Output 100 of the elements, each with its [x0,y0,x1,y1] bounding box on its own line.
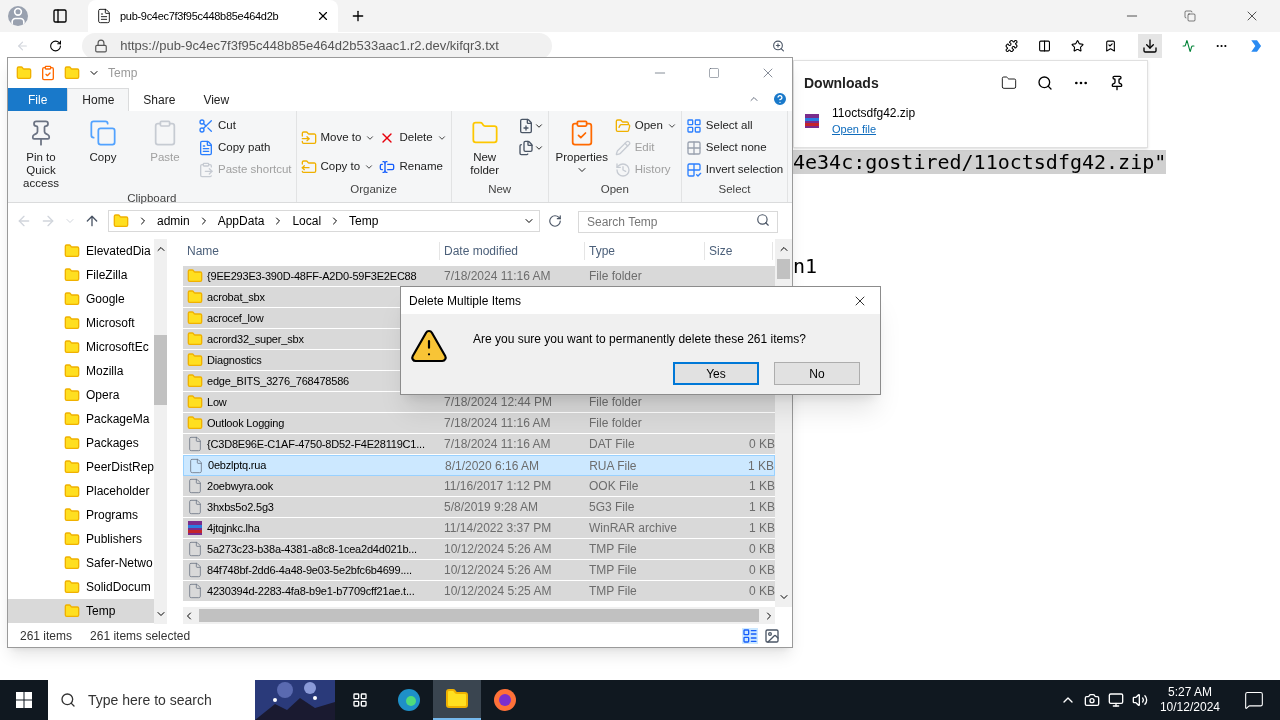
date-cell-text: 7/18/2024 11:16 AM [443,415,552,432]
ribbon-button[interactable]: New folder [455,115,514,177]
download-name: 11octsdfg42.zip [832,105,916,121]
name-cell: 5a273c23-b38a-4381-a8c8-1cea2d4d021b... [183,540,440,558]
file-row[interactable]: 4jtqjnkc.lha 11/14/2022 3:37 PM WinRAR archive 1 KB [183,518,775,539]
ribbon-button[interactable]: Pin to Quick access [12,115,70,190]
date-cell-text: 11/14/2022 3:37 PM [443,520,553,537]
nav-item[interactable]: Safer-Netwo [8,551,155,575]
file-row[interactable]: {9EE293E3-390D-48FF-A2D0-59F3E2EC88 7/18/2024 11:16 AM File folder [183,266,775,287]
nav-item[interactable]: SolidDocum [8,575,155,599]
ribbon-button[interactable]: Rename [379,152,447,181]
date-cell-text: 8/1/2020 6:16 AM [444,457,541,475]
date-cell-text: 7/18/2024 11:16 AM [443,268,552,285]
group-label: Open [599,182,630,197]
nav-item[interactable]: Programs [8,503,155,527]
ribbon-button[interactable]: Copy to [300,152,376,181]
size-cell-text: 0 KB [748,436,775,453]
tab-title: pub-9c4ec7f3f95c448b85e464d2b [120,8,280,24]
date-cell-text: 10/12/2024 5:26 AM [443,541,553,558]
file-row[interactable]: 2oebwyra.ook 11/16/2017 1:12 PM OOK File 1 KB [183,476,775,497]
browser-tab[interactable]: pub-9c4ec7f3f95c448b85e464d2b [88,0,338,32]
file-row[interactable]: 84f748bf-2dd6-4a48-9e03-5e2bfc6b4699.... 10/12/2024 5:26 AM TMP File 0 KB [183,560,775,581]
size-cell-text: 1 KB [748,478,775,495]
column-header[interactable]: Type [585,242,705,260]
nav-item[interactable]: FileZilla [8,263,155,287]
size-cell-text: 1 KB [748,520,775,537]
nav-item[interactable]: MicrosoftEc [8,335,155,359]
clock[interactable]: 5:27 AM 10/12/2024 [1159,685,1220,715]
type-cell-text: File folder [588,415,643,432]
dialog-button[interactable]: No [774,362,860,385]
name-cell: 0ebzlptq.rua [184,457,441,474]
size-cell-text: 0 KB [748,562,775,579]
ribbon-button[interactable]: Move to [300,123,376,152]
nav-item[interactable]: PackageMa [8,407,155,431]
group-label: Organize [349,182,398,197]
nav-item[interactable]: Mozilla [8,359,155,383]
file-row[interactable]: 0ebzlptq.rua 8/1/2020 6:16 AM RUA File 1 KB [183,455,775,476]
panel-title: Downloads [804,73,880,93]
type-cell-text: File folder [588,268,643,285]
name-cell: 3hxbs5o2.5g3 [183,498,440,516]
ribbon-tab[interactable]: Share [129,88,190,111]
page-text: 4e34c:gostired/11octsdfg42.zip" [793,150,1167,174]
group-label: New [487,181,513,197]
nav-item[interactable]: Placeholder [8,479,155,503]
file-row[interactable]: 4230394d-2283-4fa8-b9e1-b7709cff21ae.t... 10/12/2024 5:25 AM TMP File 0 KB [183,581,775,602]
name-cell: {C3D8E96E-C1AF-4750-8D52-F4E28119C1... [183,435,440,453]
ribbon-button[interactable]: Copy [74,115,132,164]
name-cell: 4jtqjnkc.lha [183,519,440,537]
date-cell-text: 7/18/2024 11:16 AM [443,436,552,453]
date-cell-text: 10/12/2024 5:26 AM [443,562,553,579]
ribbon-button[interactable]: Open [614,115,677,137]
name-cell: 2oebwyra.ook [183,477,440,495]
file-row[interactable]: 3hxbs5o2.5g3 5/8/2019 9:28 AM 5G3 File 1 KB [183,497,775,518]
status-text: 261 items selected [90,627,191,645]
nav-item[interactable]: Publishers [8,527,155,551]
time-text: 5:27 AM [1167,685,1212,700]
ribbon-button[interactable]: Copy path [198,137,292,159]
column-header[interactable]: Name [183,242,440,260]
type-cell-text: TMP File [588,583,638,600]
file-row[interactable]: Outlook Logging 7/18/2024 11:16 AM File folder [183,413,775,434]
column-header[interactable]: Date modified [440,242,585,260]
nav-item[interactable]: Opera [8,383,155,407]
ribbon-button[interactable]: Select none [685,137,784,159]
address-bar[interactable]: https://pub-9c4ec7f3f95c448b85e464d2b533aac1.r2.dev/kifqr3.txt [82,33,553,59]
ribbon-tab[interactable]: Home [67,88,130,111]
nav-item[interactable]: Temp [8,599,155,623]
breadcrumb-item[interactable]: Temp [349,211,379,230]
column-header[interactable]: Size [705,242,773,260]
name-cell: 84f748bf-2dd6-4a48-9e03-5e2bfc6b4699.... [183,561,440,579]
ribbon-button[interactable]: Properties [552,115,611,176]
dialog-button[interactable]: Yes [673,362,759,385]
name-cell: 4230394d-2283-4fa8-b9e1-b7709cff21ae.t... [183,582,440,600]
url-text: https://pub-9c4ec7f3f95c448b85e464d2b533aac1.r2.dev/kifqr3.txt [120,37,499,56]
nav-item[interactable]: Google [8,287,155,311]
size-cell-text: 0 KB [748,583,775,600]
date-cell-text: 7/18/2024 12:44 PM [443,394,554,411]
ribbon-button[interactable]: Select all [685,115,784,137]
breadcrumb-item[interactable]: Local [292,211,322,230]
ribbon-tab[interactable]: File [8,88,68,111]
size-cell-text: 1 KB [747,457,774,475]
window-title: Temp [108,65,139,82]
ribbon-tab[interactable]: View [189,88,244,111]
name-cell: {9EE293E3-390D-48FF-A2D0-59F3E2EC88 [183,267,440,285]
name-cell: Outlook Logging [183,414,440,432]
nav-item[interactable]: ElevatedDia [8,239,155,263]
nav-item[interactable]: Packages [8,431,155,455]
ribbon-button[interactable]: Delete [379,123,447,152]
type-cell-text: TMP File [588,562,638,579]
open-file-link[interactable]: Open file [832,121,916,137]
file-row[interactable]: 5a273c23-b38a-4381-a8c8-1cea2d4d021b... 10/12/2024 5:26 AM TMP File 0 KB [183,539,775,560]
ribbon-button[interactable]: Invert selection [685,159,784,181]
nav-item[interactable]: PeerDistRep [8,455,155,479]
file-row[interactable]: {C3D8E96E-C1AF-4750-8D52-F4E28119C1... 7/18/2024 11:16 AM DAT File 0 KB [183,434,775,455]
nav-item[interactable]: Microsoft [8,311,155,335]
breadcrumb-item[interactable]: AppData [217,211,265,230]
breadcrumb-item[interactable]: admin [157,211,190,230]
address-bar[interactable]: admin AppData Local Temp [108,209,540,232]
ribbon-button[interactable]: Cut [198,115,292,137]
search-field[interactable]: Search Temp [578,210,778,233]
type-cell-text: DAT File [588,436,636,453]
